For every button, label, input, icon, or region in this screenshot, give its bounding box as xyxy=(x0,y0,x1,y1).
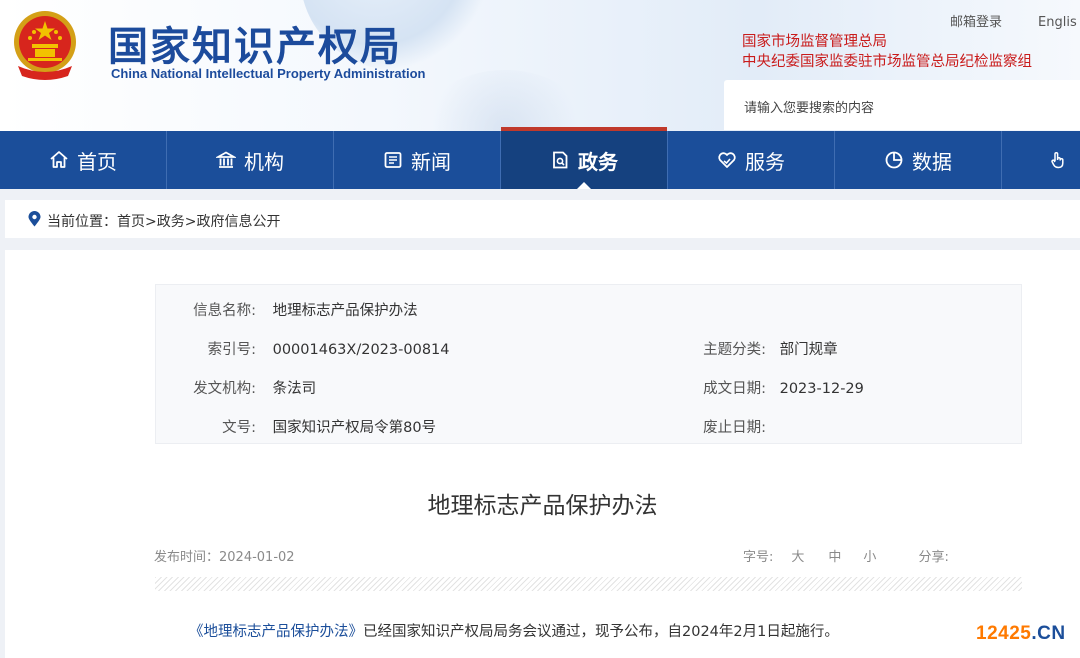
mail-login-link[interactable]: 邮箱登录 xyxy=(950,15,1002,30)
service-icon xyxy=(718,152,736,168)
main-content: 信息名称: 地理标志产品保护办法 索引号: 00001463X/2023-008… xyxy=(5,250,1080,658)
article-body: 《地理标志产品保护办法》已经国家知识产权局局务会议通过，现予公布，自2024年2… xyxy=(189,620,839,641)
samr-link[interactable]: 国家市场监督管理总局 xyxy=(742,32,1032,52)
nav-item-label: 新闻 xyxy=(411,149,451,174)
article-title: 地理标志产品保护办法 xyxy=(427,493,658,519)
home-icon xyxy=(50,151,68,168)
related-org-links: 国家市场监督管理总局 中央纪委国家监委驻市场监管总局纪检监察组 xyxy=(742,32,1032,72)
info-value: 条法司 xyxy=(272,381,317,397)
nav-item-label: 政务 xyxy=(578,149,618,174)
article-tools: 字号: 大 中 小 分享: xyxy=(743,546,967,565)
info-value: 部门规章 xyxy=(779,342,838,358)
info-value: 2023-12-29 xyxy=(779,381,864,397)
article-body-text: 已经国家知识产权局局务会议通过，现予公布，自2024年2月1日起施行。 xyxy=(363,624,839,640)
nav-item-label: 服务 xyxy=(745,149,785,174)
info-row-name: 信息名称: 地理标志产品保护办法 xyxy=(156,299,418,320)
nav-item-more[interactable] xyxy=(1002,131,1077,189)
nav-item-institution[interactable]: 机构 xyxy=(167,131,334,189)
breadcrumb: 当前位置：首页>政务>政府信息公开 xyxy=(5,200,1080,238)
site-watermark: 12425.CN xyxy=(976,623,1066,645)
discipline-inspection-link[interactable]: 中央纪委国家监委驻市场监管总局纪检监察组 xyxy=(742,52,1032,72)
search-input[interactable]: 请输入您要搜索的内容 xyxy=(724,80,1080,130)
watermark-number: 12425 xyxy=(976,623,1032,644)
nav-item-label: 机构 xyxy=(244,149,284,174)
nav-item-data[interactable]: 数据 xyxy=(835,131,1002,189)
government-affairs-icon xyxy=(553,151,568,169)
hand-icon xyxy=(1051,152,1064,169)
info-row-topic: 主题分类: 部门规章 xyxy=(666,338,838,359)
nav-item-label: 首页 xyxy=(77,149,117,174)
nav-item-news[interactable]: 新闻 xyxy=(334,131,501,189)
info-row-index: 索引号: 00001463X/2023-00814 xyxy=(156,338,450,359)
info-label: 信息名称: xyxy=(193,303,256,319)
breadcrumb-path[interactable]: 首页>政务>政府信息公开 xyxy=(117,214,280,230)
info-row-date: 成文日期: 2023-12-29 xyxy=(666,377,864,398)
info-value: 00001463X/2023-00814 xyxy=(272,342,450,358)
font-size-small-button[interactable]: 小 xyxy=(863,550,876,565)
info-label: 成文日期: xyxy=(703,381,766,397)
info-table: 信息名称: 地理标志产品保护办法 索引号: 00001463X/2023-008… xyxy=(155,284,1022,444)
info-row-issuer: 发文机构: 条法司 xyxy=(156,377,316,398)
info-row-expiry: 废止日期: xyxy=(666,416,775,437)
font-size-medium-button[interactable]: 中 xyxy=(828,550,841,565)
info-label: 发文机构: xyxy=(193,381,256,397)
national-emblem-icon xyxy=(14,11,76,80)
nav-item-home[interactable]: 首页 xyxy=(0,131,167,189)
divider xyxy=(155,577,1022,591)
watermark-suffix: .CN xyxy=(1031,623,1066,644)
institution-icon xyxy=(216,151,236,168)
font-size-large-button[interactable]: 大 xyxy=(791,550,804,565)
info-value: 地理标志产品保护办法 xyxy=(272,303,418,319)
publish-time: 发布时间：2024-01-02 xyxy=(154,550,295,565)
info-value: 国家知识产权局令第80号 xyxy=(272,420,437,436)
top-links: 邮箱登录 Englis xyxy=(950,11,1080,30)
site-header: 国家知识产权局 China National Intellectual Prop… xyxy=(0,0,1080,131)
info-label: 索引号: xyxy=(207,342,256,358)
main-nav: 首页 机构 新闻 政务 服务 数据 xyxy=(0,127,1080,189)
breadcrumb-prefix: 当前位置： xyxy=(47,214,117,230)
nav-item-label: 数据 xyxy=(912,149,952,174)
info-label: 废止日期: xyxy=(703,420,766,436)
english-link[interactable]: Englis xyxy=(1038,15,1077,30)
site-title-en[interactable]: China National Intellectual Property Adm… xyxy=(111,66,425,81)
data-icon xyxy=(885,151,903,169)
nav-item-service[interactable]: 服务 xyxy=(668,131,835,189)
nav-item-government-affairs[interactable]: 政务 xyxy=(501,127,668,189)
info-label: 文号: xyxy=(222,420,256,436)
location-pin-icon xyxy=(28,211,41,227)
site-title-cn[interactable]: 国家知识产权局 xyxy=(108,14,402,72)
info-row-doc-no: 文号: 国家知识产权局令第80号 xyxy=(156,416,436,437)
regulation-link[interactable]: 《地理标志产品保护办法》 xyxy=(189,624,363,640)
news-icon xyxy=(384,152,402,168)
info-label: 主题分类: xyxy=(703,342,766,358)
share-label: 分享: xyxy=(918,550,949,565)
font-size-label: 字号: xyxy=(743,550,774,565)
background-decoration xyxy=(420,70,590,131)
